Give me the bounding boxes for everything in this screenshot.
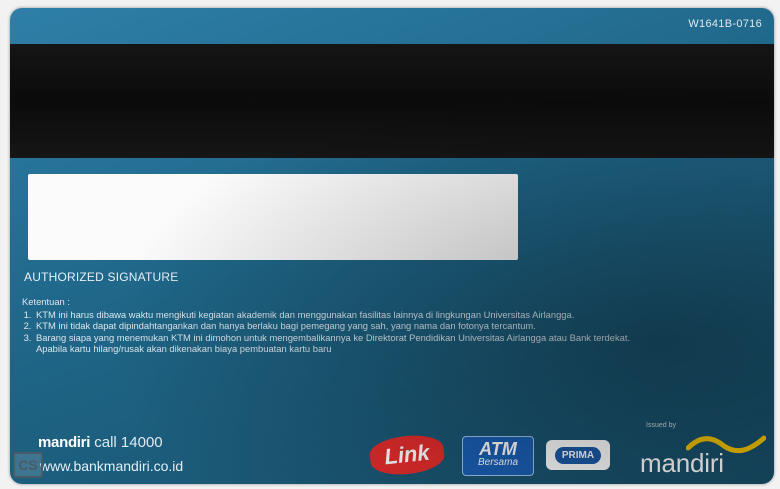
issued-by-label: Issued by	[646, 422, 676, 429]
terms-list: KTM ini harus dibawa waktu mengikuti keg…	[22, 309, 662, 355]
prima-logo-text: PRIMA	[554, 446, 602, 464]
card-serial-number: W1641B-0716	[688, 18, 762, 30]
terms-item: KTM ini harus dibawa waktu mengikuti keg…	[34, 309, 662, 321]
atm-logo-text: ATM	[479, 439, 517, 459]
terms-item: Barang siapa yang menemukan KTM ini dimo…	[34, 332, 662, 355]
terms-item: KTM ini tidak dapat dipindahtangankan da…	[34, 320, 662, 332]
terms-heading: Ketentuan :	[22, 296, 70, 307]
magnetic-stripe	[10, 44, 774, 158]
signature-panel	[28, 174, 518, 260]
brand-call-number: call 14000	[94, 434, 163, 451]
website-text: www.bankmandiri.co.id	[40, 458, 184, 474]
mandiri-issuer-logo: mandiri	[640, 448, 724, 478]
camscanner-watermark-icon: CS	[13, 452, 43, 478]
prima-network-logo: PRIMA	[546, 440, 610, 470]
brand-name: mandiri	[38, 434, 91, 451]
atm-bersama-logo: ATM Bersama	[462, 436, 534, 476]
link-network-logo: Link	[368, 432, 446, 478]
authorized-signature-label: AUTHORIZED SIGNATURE	[24, 270, 179, 284]
bersama-logo-text: Bersama	[477, 457, 518, 468]
mandiri-call-line: mandiri call 14000	[38, 434, 163, 451]
student-bank-card-back: W1641B-0716 AUTHORIZED SIGNATURE Ketentu…	[10, 8, 774, 484]
terms-block: Ketentuan : KTM ini harus dibawa waktu m…	[22, 296, 662, 355]
link-logo-text: Link	[383, 439, 431, 470]
